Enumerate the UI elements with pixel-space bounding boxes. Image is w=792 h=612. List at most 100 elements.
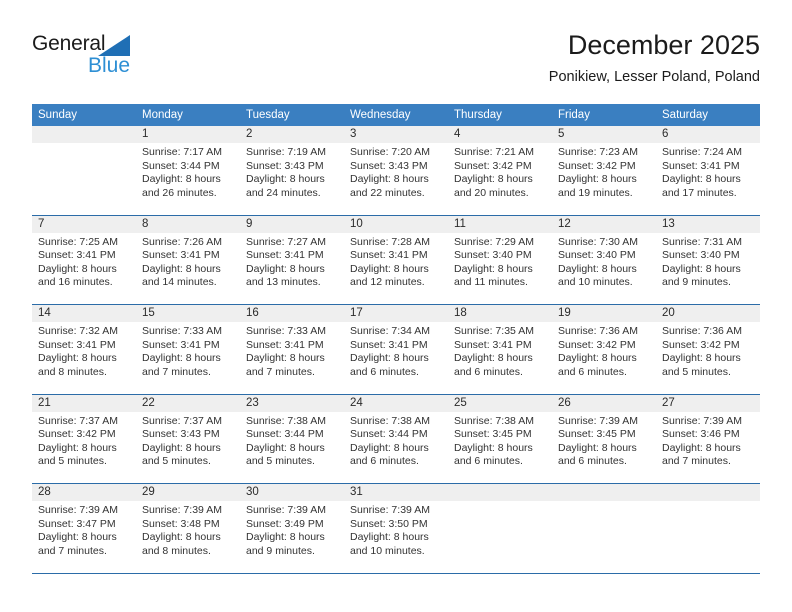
calendar-week-row: 14 Sunrise: 7:32 AM Sunset: 3:41 PM Dayligh… [32, 305, 760, 395]
day-number: 13 [662, 217, 675, 230]
daylight-text-line1: Daylight: 8 hours [454, 173, 533, 186]
day-number-band: 7 [32, 215, 136, 233]
day-details: Sunrise: 7:33 AM Sunset: 3:41 PM Daylight:… [136, 322, 240, 379]
title-block: December 2025 Ponikiew, Lesser Poland, P… [549, 28, 760, 87]
sunrise-text: Sunrise: 7:39 AM [38, 504, 118, 516]
weekday-header-row: Sunday Monday Tuesday Wednesday Thursday Frid… [32, 104, 760, 126]
sunrise-text: Sunrise: 7:36 AM [558, 325, 638, 337]
calendar-day-cell[interactable]: 9 Sunrise: 7:27 AM Sunset: 3:41 PM Daylight… [240, 215, 344, 305]
calendar-day-cell[interactable]: 29 Sunrise: 7:39 AM Sunset: 3:48 PM Dayligh… [136, 484, 240, 573]
calendar-day-cell[interactable]: 6 Sunrise: 7:24 AM Sunset: 3:41 PM Daylight… [656, 126, 760, 215]
calendar-day-cell[interactable]: 3 Sunrise: 7:20 AM Sunset: 3:43 PM Daylight… [344, 126, 448, 215]
calendar-day-cell[interactable]: 26 Sunrise: 7:39 AM Sunset: 3:45 PM Dayligh… [552, 394, 656, 484]
daylight-text-line1: Daylight: 8 hours [142, 441, 221, 454]
calendar-day-cell[interactable]: 12 Sunrise: 7:30 AM Sunset: 3:40 PM Dayligh… [552, 215, 656, 305]
page-title: December 2025 [567, 30, 760, 60]
calendar-day-cell[interactable]: 10 Sunrise: 7:28 AM Sunset: 3:41 PM Dayligh… [344, 215, 448, 305]
calendar-day-cell[interactable]: 8 Sunrise: 7:26 AM Sunset: 3:41 PM Daylight… [136, 215, 240, 305]
day-number: 23 [246, 396, 259, 409]
daylight-text-line1: Daylight: 8 hours [142, 262, 221, 275]
calendar-day-cell[interactable]: 7 Sunrise: 7:25 AM Sunset: 3:41 PM Daylight… [32, 215, 136, 305]
sunset-text: Sunset: 3:41 PM [142, 249, 220, 262]
sunset-text: Sunset: 3:40 PM [558, 249, 636, 262]
sunset-text: Sunset: 3:41 PM [246, 338, 324, 351]
sunset-text: Sunset: 3:43 PM [350, 159, 428, 172]
calendar-day-cell[interactable]: 5 Sunrise: 7:23 AM Sunset: 3:42 PM Daylight… [552, 126, 656, 215]
sunset-text: Sunset: 3:42 PM [454, 159, 532, 172]
day-number: 9 [246, 217, 253, 230]
calendar-day-cell[interactable]: 11 Sunrise: 7:29 AM Sunset: 3:40 PM Dayligh… [448, 215, 552, 305]
sunset-text: Sunset: 3:44 PM [350, 428, 428, 441]
calendar-day-cell[interactable]: 17 Sunrise: 7:34 AM Sunset: 3:41 PM Dayligh… [344, 305, 448, 394]
daylight-text-line2: and 26 minutes. [142, 186, 217, 199]
sunrise-text: Sunrise: 7:39 AM [662, 414, 742, 427]
daylight-text-line2: and 22 minutes. [350, 186, 425, 199]
day-number: 20 [662, 307, 675, 319]
daylight-text-line2: and 6 minutes. [558, 455, 627, 468]
sunrise-text: Sunrise: 7:21 AM [454, 146, 534, 158]
day-number: 14 [38, 307, 51, 319]
calendar-day-cell[interactable]: 27 Sunrise: 7:39 AM Sunset: 3:46 PM Dayligh… [656, 394, 760, 484]
day-number-band: 30 [240, 484, 344, 501]
day-number: 5 [558, 128, 565, 140]
calendar-body: 1 Sunrise: 7:17 AM Sunset: 3:44 PM Daylight… [32, 126, 760, 574]
day-details: Sunrise: 7:38 AM Sunset: 3:45 PM Daylight:… [448, 412, 552, 469]
day-number: 8 [142, 217, 149, 230]
general-blue-logo[interactable]: General Blue [32, 32, 172, 84]
day-number: 11 [454, 217, 466, 230]
calendar-page: General Blue December 2025 Ponikiew, Les… [0, 0, 792, 612]
calendar-day-cell[interactable]: 19 Sunrise: 7:36 AM Sunset: 3:42 PM Dayligh… [552, 305, 656, 394]
calendar-day-cell-empty [656, 484, 760, 573]
sunrise-text: Sunrise: 7:37 AM [38, 414, 118, 427]
calendar-day-cell[interactable]: 1 Sunrise: 7:17 AM Sunset: 3:44 PM Daylight… [136, 126, 240, 215]
daylight-text-line2: and 7 minutes. [142, 365, 211, 378]
sunrise-text: Sunrise: 7:35 AM [454, 325, 534, 337]
day-number: 1 [142, 128, 149, 140]
sunrise-text: Sunrise: 7:25 AM [38, 235, 118, 248]
calendar-day-cell[interactable]: 23 Sunrise: 7:38 AM Sunset: 3:44 PM Dayligh… [240, 394, 344, 484]
sunrise-text: Sunrise: 7:38 AM [246, 414, 326, 427]
calendar-day-cell[interactable]: 28 Sunrise: 7:39 AM Sunset: 3:47 PM Dayligh… [32, 484, 136, 573]
calendar-day-cell[interactable]: 16 Sunrise: 7:33 AM Sunset: 3:41 PM Dayligh… [240, 305, 344, 394]
daylight-text-line1: Daylight: 8 hours [38, 262, 117, 275]
calendar-day-cell[interactable]: 14 Sunrise: 7:32 AM Sunset: 3:41 PM Dayligh… [32, 305, 136, 394]
daylight-text-line1: Daylight: 8 hours [350, 441, 429, 454]
day-details: Sunrise: 7:24 AM Sunset: 3:41 PM Daylight:… [656, 143, 760, 200]
calendar-day-cell[interactable]: 30 Sunrise: 7:39 AM Sunset: 3:49 PM Dayligh… [240, 484, 344, 573]
weekday-header-saturday: Saturday [662, 109, 709, 121]
daylight-text-line1: Daylight: 8 hours [662, 262, 741, 275]
daylight-text-line1: Daylight: 8 hours [558, 173, 637, 186]
day-number: 3 [350, 128, 357, 140]
day-number: 10 [350, 217, 363, 230]
day-number: 2 [246, 128, 253, 140]
calendar-day-cell[interactable]: 22 Sunrise: 7:37 AM Sunset: 3:43 PM Dayligh… [136, 394, 240, 484]
daylight-text-line1: Daylight: 8 hours [246, 441, 325, 454]
calendar-day-cell[interactable]: 2 Sunrise: 7:19 AM Sunset: 3:43 PM Daylight… [240, 126, 344, 215]
calendar-day-cell[interactable]: 18 Sunrise: 7:35 AM Sunset: 3:41 PM Dayligh… [448, 305, 552, 394]
calendar-day-cell[interactable]: 31 Sunrise: 7:39 AM Sunset: 3:50 PM Dayligh… [344, 484, 448, 573]
sunset-text: Sunset: 3:50 PM [350, 517, 428, 530]
calendar-day-cell[interactable]: 25 Sunrise: 7:38 AM Sunset: 3:45 PM Dayligh… [448, 394, 552, 484]
calendar-day-cell[interactable]: 20 Sunrise: 7:36 AM Sunset: 3:42 PM Dayligh… [656, 305, 760, 394]
day-details: Sunrise: 7:39 AM Sunset: 3:48 PM Daylight:… [136, 501, 240, 558]
calendar-day-cell[interactable]: 4 Sunrise: 7:21 AM Sunset: 3:42 PM Daylight… [448, 126, 552, 215]
sunrise-text: Sunrise: 7:33 AM [246, 325, 326, 337]
calendar-day-cell[interactable]: 13 Sunrise: 7:31 AM Sunset: 3:40 PM Dayligh… [656, 215, 760, 305]
day-number-band [552, 484, 656, 501]
day-number-band: 23 [240, 394, 344, 412]
calendar-day-cell[interactable]: 24 Sunrise: 7:38 AM Sunset: 3:44 PM Dayligh… [344, 394, 448, 484]
daylight-text-line1: Daylight: 8 hours [246, 262, 325, 275]
calendar-day-cell[interactable]: 21 Sunrise: 7:37 AM Sunset: 3:42 PM Dayligh… [32, 394, 136, 484]
weekday-header-wednesday: Wednesday [350, 109, 411, 121]
daylight-text-line2: and 8 minutes. [142, 544, 211, 557]
day-number-band: 24 [344, 394, 448, 412]
sunrise-text: Sunrise: 7:39 AM [142, 504, 222, 516]
daylight-text-line2: and 5 minutes. [142, 455, 211, 468]
calendar-day-cell[interactable]: 15 Sunrise: 7:33 AM Sunset: 3:41 PM Dayligh… [136, 305, 240, 394]
sunrise-text: Sunrise: 7:39 AM [558, 414, 638, 427]
day-number-band: 2 [240, 126, 344, 143]
logo-text-blue: Blue [88, 54, 131, 77]
sunrise-text: Sunrise: 7:30 AM [558, 235, 638, 248]
sunset-text: Sunset: 3:49 PM [246, 517, 324, 530]
daylight-text-line2: and 16 minutes. [38, 276, 113, 289]
